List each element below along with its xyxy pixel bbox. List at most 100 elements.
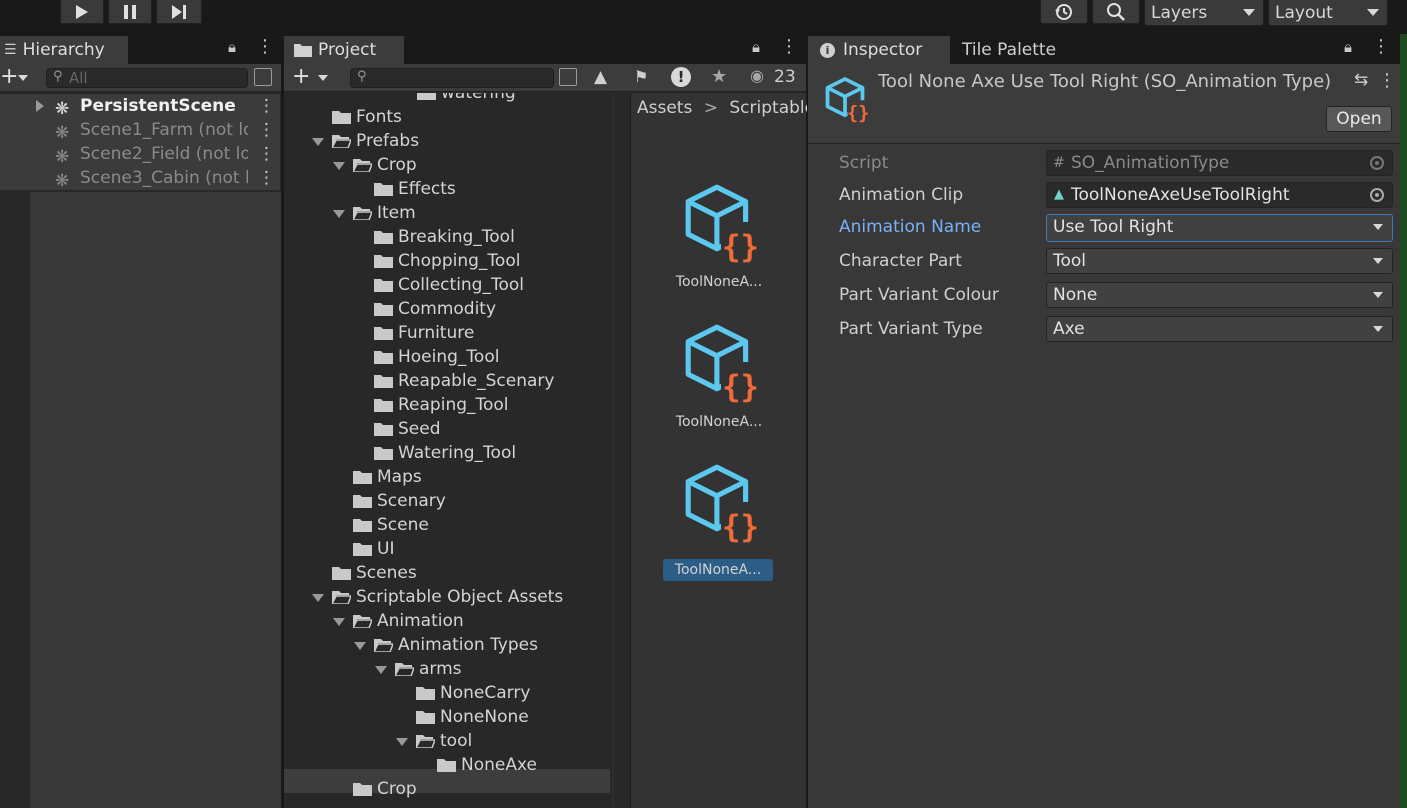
more-icon[interactable]: ⋮ [1378, 70, 1396, 91]
asset-item[interactable]: {} ToolNoneA... [631, 181, 807, 305]
breadcrumb-assets[interactable]: Assets [637, 98, 692, 118]
list-item[interactable]: ❋ Scene2_Field (not loaded) ⋮ [0, 142, 280, 166]
expand-arrow-icon[interactable] [375, 666, 387, 674]
lock-icon[interactable]: 🔒︎ [752, 38, 760, 56]
expand-arrow-icon[interactable] [396, 738, 408, 746]
more-icon[interactable]: ⋮ [258, 142, 275, 166]
expand-arrow-icon[interactable] [333, 210, 345, 218]
lock-icon[interactable]: 🔒︎ [1344, 38, 1352, 56]
list-item[interactable]: ❋ PersistentScene ⋮ [0, 94, 280, 118]
eye-icon[interactable]: ◉ [750, 66, 764, 85]
tab-project[interactable]: Project [284, 36, 404, 64]
tree-item[interactable]: Animation [284, 609, 610, 633]
settings-icon[interactable]: ⇆ [1354, 70, 1368, 90]
tree-item[interactable]: Crop [284, 153, 610, 177]
warning-icon[interactable]: ! [671, 67, 691, 87]
folder-icon [417, 93, 436, 100]
tree-item[interactable]: Scenes [284, 561, 610, 585]
tree-item-label: NoneCarry [440, 683, 531, 703]
tab-hierarchy[interactable]: ☰ Hierarchy [0, 36, 128, 64]
list-item[interactable]: ❋ Scene1_Farm (not loaded) ⋮ [0, 118, 280, 142]
tree-item[interactable]: Scene [284, 513, 610, 537]
breadcrumb-current[interactable]: Scriptable [729, 98, 807, 118]
tree-item-label: Maps [377, 467, 422, 487]
svg-text:{}: {} [722, 509, 759, 543]
tree-item[interactable]: tool [284, 729, 610, 753]
history-button[interactable] [1040, 0, 1088, 24]
tree-item[interactable]: watering [284, 93, 610, 105]
tree-item[interactable]: Crop [284, 777, 610, 801]
pause-button[interactable] [108, 0, 152, 24]
layers-dropdown[interactable]: Layers [1144, 0, 1264, 26]
tree-item[interactable]: Chopping_Tool [284, 249, 610, 273]
tree-item[interactable]: Effects [284, 177, 610, 201]
animation-clip-field[interactable]: ▲ ToolNoneAxeUseToolRight [1046, 182, 1393, 208]
lock-icon[interactable]: 🔒︎ [228, 38, 236, 56]
tree-item[interactable]: Furniture [284, 321, 610, 345]
folder-icon [374, 423, 393, 436]
tree-item[interactable]: Item [284, 201, 610, 225]
object-picker-icon[interactable] [1370, 188, 1384, 202]
tree-item[interactable]: Reapable_Scenary [284, 369, 610, 393]
more-icon[interactable]: ⋮ [256, 36, 274, 57]
list-item[interactable]: ❋ Scene3_Cabin (not loaded) ⋮ [0, 166, 280, 190]
animation-name-dropdown[interactable]: Use Tool Right [1046, 214, 1393, 242]
more-icon[interactable]: ⋮ [258, 94, 275, 118]
part-variant-colour-dropdown[interactable]: None [1046, 282, 1393, 308]
hierarchy-search-input[interactable]: ⚲ All [46, 68, 248, 88]
tree-item[interactable]: UI [284, 537, 610, 561]
asset-item[interactable]: {} ToolNoneA... [631, 461, 807, 585]
tab-inspector[interactable]: i Inspector [808, 36, 950, 64]
chevron-down-icon[interactable] [18, 75, 28, 81]
popout-icon[interactable] [559, 68, 577, 86]
more-icon[interactable]: ⋮ [1372, 36, 1390, 57]
tree-item[interactable]: Commodity [284, 297, 610, 321]
step-button[interactable] [156, 0, 202, 24]
tree-item[interactable]: arms [284, 657, 610, 681]
open-button[interactable]: Open [1326, 106, 1392, 132]
tree-item[interactable]: Prefabs [284, 129, 610, 153]
layout-dropdown[interactable]: Layout [1268, 0, 1388, 26]
tree-item[interactable]: Scenary [284, 489, 610, 513]
expand-arrow-icon[interactable] [333, 618, 345, 626]
tree-item[interactable]: Seed [284, 417, 610, 441]
label-icon[interactable]: ⚑ [634, 67, 648, 86]
tree-item[interactable]: Maps [284, 465, 610, 489]
character-part-dropdown[interactable]: Tool [1046, 248, 1393, 274]
tree-item[interactable]: Fonts [284, 105, 610, 129]
play-button[interactable] [60, 0, 104, 24]
more-icon[interactable]: ⋮ [258, 118, 275, 142]
expand-arrow-icon[interactable] [312, 138, 324, 146]
more-icon[interactable]: ⋮ [780, 36, 798, 57]
star-icon[interactable]: ★ [711, 66, 727, 87]
popout-icon[interactable] [254, 68, 272, 86]
search-button[interactable] [1092, 0, 1140, 24]
chevron-down-icon[interactable] [318, 75, 328, 81]
tree-item[interactable]: Watering_Tool [284, 441, 610, 465]
tree-item[interactable]: Animation Types [284, 633, 610, 657]
tree-item[interactable]: Scriptable Object Assets [284, 585, 610, 609]
part-variant-type-dropdown[interactable]: Axe [1046, 316, 1393, 342]
project-search-input[interactable]: ⚲ [350, 68, 554, 88]
asset-item[interactable]: {} ToolNoneA... [631, 321, 807, 445]
tree-item[interactable]: Collecting_Tool [284, 273, 610, 297]
step-icon [172, 4, 186, 19]
pause-icon [124, 4, 136, 19]
add-icon[interactable]: + [292, 64, 310, 90]
tree-item[interactable]: Hoeing_Tool [284, 345, 610, 369]
expand-arrow-icon[interactable] [312, 594, 324, 602]
tab-tile-palette[interactable]: Tile Palette [958, 36, 1098, 64]
expand-arrow-icon[interactable] [36, 100, 44, 112]
filter-type-icon[interactable]: ▲ [594, 67, 607, 87]
add-icon[interactable]: + [0, 64, 18, 90]
more-icon[interactable]: ⋮ [258, 166, 275, 190]
expand-arrow-icon[interactable] [333, 162, 345, 170]
tree-item[interactable]: NoneCarry [284, 681, 610, 705]
tree-item[interactable]: NoneAxe [284, 753, 610, 777]
tree-scrollbar[interactable] [612, 93, 614, 808]
tree-item[interactable]: NoneNone [284, 705, 610, 729]
expand-arrow-icon[interactable] [354, 642, 366, 650]
tree-item[interactable]: Breaking_Tool [284, 225, 610, 249]
play-icon [76, 4, 88, 19]
tree-item[interactable]: Reaping_Tool [284, 393, 610, 417]
